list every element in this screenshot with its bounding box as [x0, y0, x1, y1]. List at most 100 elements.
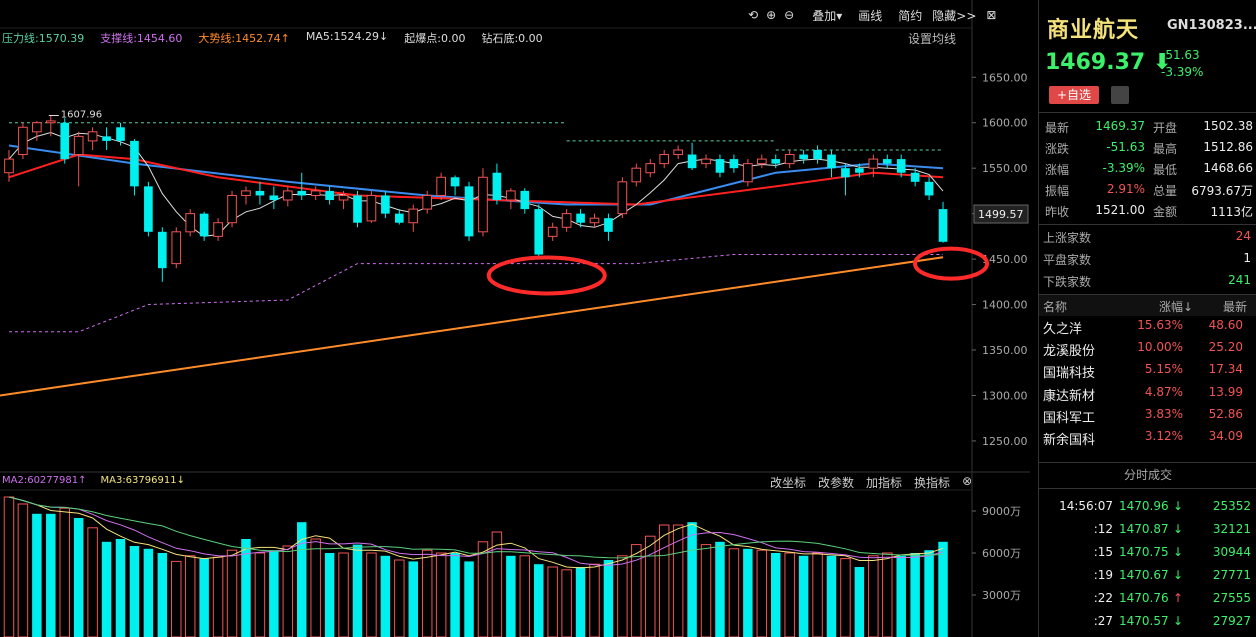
kline-chart-area[interactable]: 1650.001600.001550.001500.001450.001400.…	[0, 0, 1030, 637]
add-indicator-link[interactable]: 加指标	[866, 474, 902, 491]
volume-bar	[617, 555, 628, 637]
candle-body	[436, 176, 446, 196]
close-icon[interactable]: ⊠	[986, 8, 996, 22]
stock-latest: 25.20	[1208, 340, 1243, 355]
volume-bar	[394, 559, 405, 637]
candle-body	[701, 158, 711, 165]
zoom-in-icon[interactable]: ⊕	[766, 8, 776, 22]
trade-time: :12	[1093, 522, 1113, 536]
quote-value: 1469.37	[1095, 119, 1145, 133]
trade-row: :15 1470.75 ↓ 30944	[1039, 542, 1256, 565]
candle-body	[492, 172, 502, 200]
candle-body	[158, 231, 167, 269]
lock-icon[interactable]	[1111, 86, 1129, 104]
candle-body	[896, 159, 906, 173]
trade-row: :12 1470.87 ↓ 32121	[1039, 519, 1256, 542]
candle-body	[241, 190, 251, 196]
trade-direction-icon: ↓	[1173, 499, 1184, 513]
trade-price: 1470.87	[1119, 522, 1169, 536]
header-name[interactable]: 名称	[1043, 298, 1067, 315]
diamond-label: 钻石底:0.00	[481, 32, 543, 45]
candle-body	[213, 222, 223, 237]
hide-button[interactable]: 隐藏>>	[932, 7, 976, 24]
volume-bar	[32, 513, 42, 637]
volume-bar	[143, 548, 154, 637]
volume-bar	[784, 552, 795, 637]
undo-icon[interactable]: ⟲	[748, 8, 758, 22]
trend-label: 大势线:1452.74↑	[198, 32, 290, 45]
candle-body	[381, 195, 390, 214]
zoom-out-icon[interactable]: ⊖	[784, 8, 794, 22]
trade-time: :27	[1093, 614, 1113, 628]
swap-indicator-link[interactable]: 换指标	[914, 474, 950, 491]
volume-bar	[743, 548, 753, 637]
close-volume-icon[interactable]: ⊗	[962, 474, 972, 491]
kline-svg[interactable]: 1650.001600.001550.001500.001450.001400.…	[0, 0, 1030, 637]
quote-label: 涨幅	[1045, 163, 1070, 177]
sector-name: 商业航天	[1047, 18, 1140, 43]
quote-label: 振幅	[1045, 184, 1070, 198]
stock-pct: 10.00%	[1137, 340, 1183, 355]
change-param-link[interactable]: 改参数	[818, 474, 854, 491]
candle-body	[269, 195, 279, 200]
volume-bar	[450, 553, 460, 637]
volume-bar	[366, 552, 377, 637]
header-latest[interactable]: 最新	[1223, 298, 1247, 315]
current-price: 1469.37 ⬇	[1045, 50, 1172, 75]
volume-bar	[17, 503, 29, 637]
breadth-value: 1	[1243, 251, 1251, 265]
volume-bar	[728, 548, 740, 637]
volume-bar	[575, 567, 586, 637]
stock-pct: 4.87%	[1144, 384, 1183, 399]
header-pct[interactable]: 涨幅↓	[1159, 298, 1193, 315]
stock-name: 龙溪股份	[1043, 344, 1096, 360]
breadth-value: 241	[1228, 273, 1251, 287]
candle-body	[227, 194, 237, 224]
set-ma-button[interactable]: 设置均线	[908, 30, 956, 47]
draw-line-button[interactable]: 画线	[858, 7, 882, 24]
volume-bar	[854, 567, 865, 637]
y-tick-label: 1400.00	[982, 299, 1028, 312]
volume-bar	[658, 524, 670, 637]
quote-row: 最新 1469.37 开盘 1502.38	[1039, 116, 1256, 137]
stock-latest: 13.99	[1208, 384, 1243, 399]
trade-price: 1470.57	[1119, 614, 1169, 628]
stock-row[interactable]: 新余国科 3.12% 34.09	[1039, 427, 1256, 448]
candle-body	[868, 158, 879, 169]
volume-bar	[421, 549, 433, 637]
quote-label: 开盘	[1153, 121, 1178, 135]
breadth-row: 下跌家数 241	[1039, 270, 1256, 291]
y-tick-label: 1350.00	[982, 344, 1028, 357]
stock-row[interactable]: 久之洋 15.63% 48.60	[1039, 316, 1256, 337]
candle-body	[102, 136, 111, 141]
volume-bar	[3, 496, 15, 637]
candle-body	[882, 159, 892, 164]
volume-bar	[519, 555, 531, 637]
change-axis-link[interactable]: 改坐标	[770, 474, 806, 491]
candle-body	[520, 190, 530, 210]
volume-bar	[115, 539, 126, 637]
stock-row[interactable]: 龙溪股份 10.00% 25.20	[1039, 338, 1256, 359]
add-favorite-button[interactable]: +自选	[1049, 86, 1099, 104]
quote-label: 金额	[1153, 205, 1178, 219]
candle-body	[408, 208, 419, 224]
simple-mode-button[interactable]: 简约	[898, 7, 922, 24]
quote-value: 1502.38	[1203, 119, 1253, 133]
volume-bar	[282, 545, 294, 637]
candle-body	[799, 154, 808, 160]
volume-bar	[506, 555, 516, 637]
stock-row[interactable]: 国瑞科技 5.15% 17.34	[1039, 360, 1256, 381]
candle-body	[60, 122, 70, 160]
stock-name: 康达新材	[1043, 388, 1096, 404]
stock-row[interactable]: 国科军工 3.83% 52.86	[1039, 405, 1256, 426]
trade-time: :19	[1093, 568, 1113, 582]
candle-body	[353, 195, 362, 223]
volume-bar	[59, 507, 70, 637]
volume-tools: 改坐标 改参数 加指标 换指标 ⊗	[758, 474, 972, 491]
start-point-label: 起爆点:0.00	[404, 32, 466, 45]
volume-bar	[491, 531, 503, 637]
y-tick-label: 1250.00	[982, 435, 1028, 448]
overlay-button[interactable]: 叠加▾	[812, 7, 842, 24]
trade-direction-icon: ↓	[1173, 522, 1184, 536]
stock-row[interactable]: 康达新材 4.87% 13.99	[1039, 383, 1256, 404]
